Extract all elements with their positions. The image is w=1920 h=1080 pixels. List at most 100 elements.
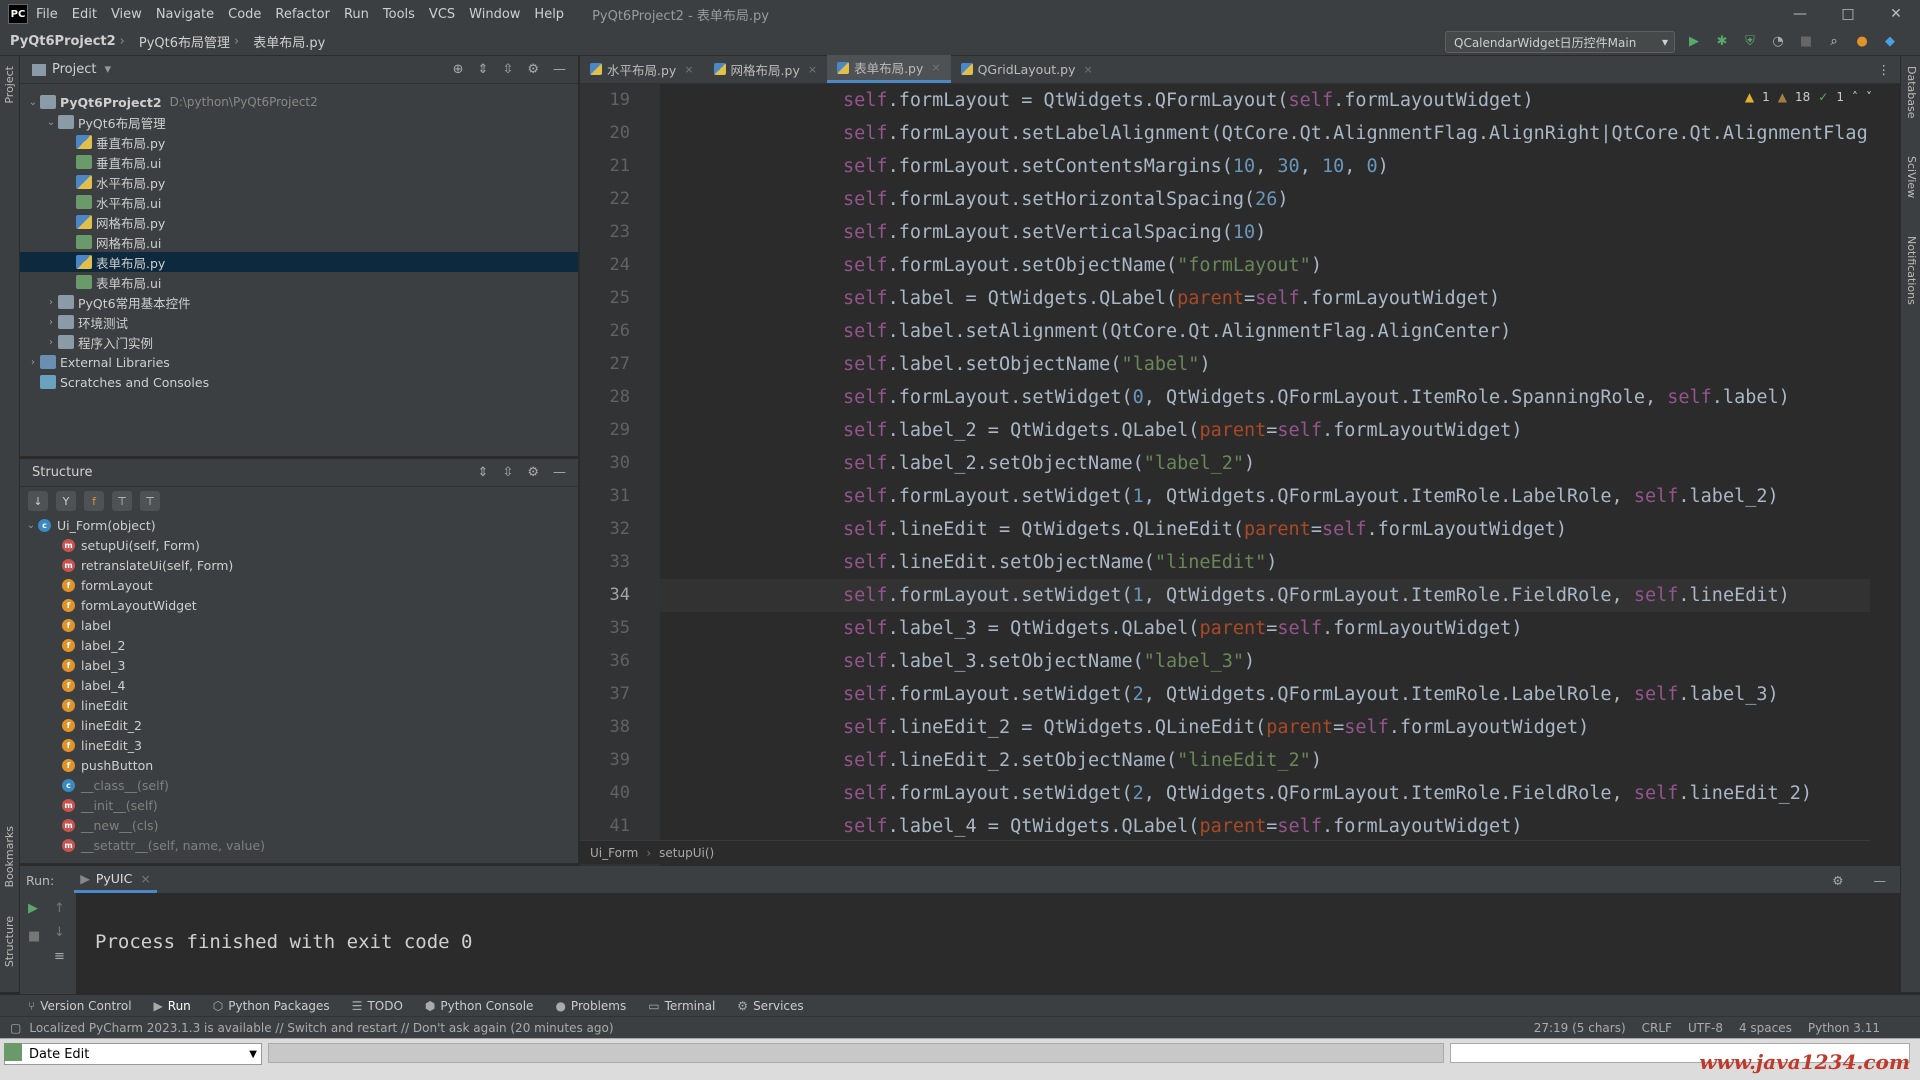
- console-output[interactable]: Process finished with exit code 0: [95, 931, 473, 953]
- chevron-down-icon[interactable]: ⌄: [26, 97, 40, 108]
- tool-window-button[interactable]: ☰ TODO: [352, 999, 403, 1013]
- structure-member[interactable]: f lineEdit_3: [20, 735, 578, 755]
- code-line[interactable]: self.lineEdit = QtWidgets.QLineEdit(pare…: [660, 513, 1870, 546]
- structure-member[interactable]: c __class__(self): [20, 775, 578, 795]
- show-fields-icon[interactable]: f: [84, 491, 104, 511]
- editor-tab[interactable]: QGridLayout.py ×: [951, 55, 1103, 83]
- gear-icon[interactable]: ⚙: [1832, 873, 1843, 888]
- more-tabs-icon[interactable]: ⋮: [1868, 55, 1901, 83]
- code-line[interactable]: self.formLayout.setWidget(1, QtWidgets.Q…: [660, 579, 1870, 612]
- python-interpreter[interactable]: Python 3.11: [1808, 1021, 1880, 1035]
- menu-item-window[interactable]: Window: [469, 7, 520, 22]
- code-line[interactable]: self.label_4 = QtWidgets.QLabel(parent=s…: [660, 810, 1870, 843]
- line-separator[interactable]: CRLF: [1642, 1021, 1672, 1035]
- structure-member[interactable]: f label: [20, 615, 578, 635]
- locate-icon[interactable]: ⊕: [453, 62, 464, 77]
- expand-all-icon[interactable]: ⇕: [478, 465, 489, 480]
- code-line[interactable]: self.formLayout = QtWidgets.QFormLayout(…: [660, 84, 1870, 117]
- project-tree-item[interactable]: ⌄ PyQt6布局管理: [20, 112, 578, 132]
- code-line[interactable]: self.label = QtWidgets.QLabel(parent=sel…: [660, 282, 1870, 315]
- update-icon[interactable]: ●: [1853, 32, 1871, 50]
- notifications-tool-button[interactable]: Notifications: [1905, 236, 1918, 305]
- close-icon[interactable]: ×: [140, 871, 150, 886]
- structure-member[interactable]: m __init__(self): [20, 795, 578, 815]
- menu-item-run[interactable]: Run: [344, 7, 369, 22]
- project-tree-item[interactable]: 水平布局.ui: [20, 192, 578, 212]
- structure-member[interactable]: f lineEdit_2: [20, 715, 578, 735]
- tool-window-button[interactable]: ▶ Run: [154, 999, 191, 1013]
- widget-select[interactable]: Date Edit ▼: [4, 1043, 262, 1065]
- project-tool-button[interactable]: Project: [3, 66, 16, 104]
- code-line[interactable]: self.formLayout.setWidget(2, QtWidgets.Q…: [660, 678, 1870, 711]
- code-line[interactable]: self.formLayout.setLabelAlignment(QtCore…: [660, 117, 1870, 150]
- editor-tab[interactable]: 表单布局.py ×: [827, 55, 951, 83]
- database-tool-button[interactable]: Database: [1905, 66, 1918, 119]
- structure-member[interactable]: f label_4: [20, 675, 578, 695]
- minimize-icon[interactable]: —: [1776, 0, 1824, 28]
- chevron-down-icon[interactable]: ⌄: [24, 520, 38, 531]
- code-line[interactable]: self.label_2 = QtWidgets.QLabel(parent=s…: [660, 414, 1870, 447]
- file-encoding[interactable]: UTF-8: [1688, 1021, 1723, 1035]
- structure-member[interactable]: f pushButton: [20, 755, 578, 775]
- project-panel-title[interactable]: Project: [52, 62, 96, 77]
- gear-icon[interactable]: ⚙: [527, 62, 539, 77]
- indent-setting[interactable]: 4 spaces: [1739, 1021, 1792, 1035]
- debug-icon[interactable]: ✱: [1713, 32, 1731, 50]
- breadcrumb-file[interactable]: 表单布局.py: [253, 32, 325, 51]
- project-tree-item[interactable]: › 环境测试: [20, 312, 578, 332]
- code-line[interactable]: self.formLayout.setContentsMargins(10, 3…: [660, 150, 1870, 183]
- close-icon[interactable]: ×: [684, 63, 693, 76]
- project-tree-item[interactable]: 表单布局.py: [20, 252, 578, 272]
- code-line[interactable]: self.lineEdit_2 = QtWidgets.QLineEdit(pa…: [660, 711, 1870, 744]
- gear-icon[interactable]: ⚙: [527, 465, 539, 480]
- sort-alpha-icon[interactable]: ↓: [28, 491, 48, 511]
- code-line[interactable]: self.formLayout.setVerticalSpacing(10): [660, 216, 1870, 249]
- menu-item-tools[interactable]: Tools: [383, 7, 415, 22]
- structure-root[interactable]: ⌄ c Ui_Form(object): [20, 515, 578, 535]
- code-line[interactable]: self.label_3.setObjectName("label_3"): [660, 645, 1870, 678]
- filter-icon[interactable]: Y: [56, 491, 76, 511]
- close-icon[interactable]: ×: [931, 61, 940, 74]
- inherited-icon[interactable]: ⊤: [112, 491, 132, 511]
- tool-window-button[interactable]: ● Problems: [555, 999, 626, 1013]
- menu-item-vcs[interactable]: VCS: [429, 7, 455, 22]
- editor-scrollbar[interactable]: [1882, 84, 1900, 840]
- menu-item-refactor[interactable]: Refactor: [275, 7, 330, 22]
- structure-member[interactable]: f formLayout: [20, 575, 578, 595]
- stop-icon[interactable]: ■: [28, 929, 40, 944]
- caret-position[interactable]: 27:19 (5 chars): [1534, 1021, 1626, 1035]
- menu-item-code[interactable]: Code: [228, 7, 261, 22]
- hide-icon[interactable]: —: [553, 62, 566, 77]
- tool-window-button[interactable]: ⑂ Version Control: [28, 999, 132, 1013]
- structure-member[interactable]: m __setattr__(self, name, value): [20, 835, 578, 855]
- close-icon[interactable]: ✕: [1872, 0, 1920, 28]
- structure-member[interactable]: f label_3: [20, 655, 578, 675]
- project-tree-item[interactable]: › 程序入门实例: [20, 332, 578, 352]
- project-tree-item[interactable]: 网格布局.py: [20, 212, 578, 232]
- chevron-down-icon[interactable]: ⌄: [44, 117, 58, 128]
- code-view[interactable]: self.formLayout = QtWidgets.QFormLayout(…: [660, 84, 1870, 896]
- menu-item-file[interactable]: File: [36, 7, 58, 22]
- chevron-right-icon[interactable]: ›: [44, 297, 58, 308]
- project-tree-item[interactable]: 表单布局.ui: [20, 272, 578, 292]
- code-line[interactable]: self.lineEdit_2.setObjectName("lineEdit_…: [660, 744, 1870, 777]
- menu-item-navigate[interactable]: Navigate: [156, 7, 214, 22]
- inspection-widget[interactable]: ▲ 1 ▲ 18 ✓ 1 ˄ ˅: [1745, 90, 1872, 104]
- project-tree-item[interactable]: ⌄ PyQt6Project2 D:\python\PyQt6Project2: [20, 92, 578, 112]
- sciview-tool-button[interactable]: SciView: [1905, 156, 1918, 198]
- rerun-icon[interactable]: ▶: [28, 901, 38, 916]
- run-configuration-select[interactable]: QCalendarWidget日历控件Main ▾: [1445, 31, 1675, 53]
- breadcrumb-method[interactable]: setupUi(): [659, 846, 714, 860]
- expand-all-icon[interactable]: ⇕: [478, 62, 489, 77]
- tool-window-button[interactable]: ▭ Terminal: [648, 999, 715, 1013]
- maximize-icon[interactable]: □: [1824, 0, 1872, 28]
- hide-icon[interactable]: —: [1874, 873, 1887, 888]
- project-tree-item[interactable]: 垂直布局.py: [20, 132, 578, 152]
- chevron-up-icon[interactable]: ˄: [1852, 90, 1858, 104]
- scroll-up-icon[interactable]: ↑: [54, 901, 65, 916]
- bookmarks-tool-button[interactable]: Bookmarks: [3, 826, 16, 887]
- menu-item-help[interactable]: Help: [534, 7, 564, 22]
- project-tree-item[interactable]: 网格布局.ui: [20, 232, 578, 252]
- project-tree-item[interactable]: 水平布局.py: [20, 172, 578, 192]
- hide-icon[interactable]: —: [553, 465, 566, 480]
